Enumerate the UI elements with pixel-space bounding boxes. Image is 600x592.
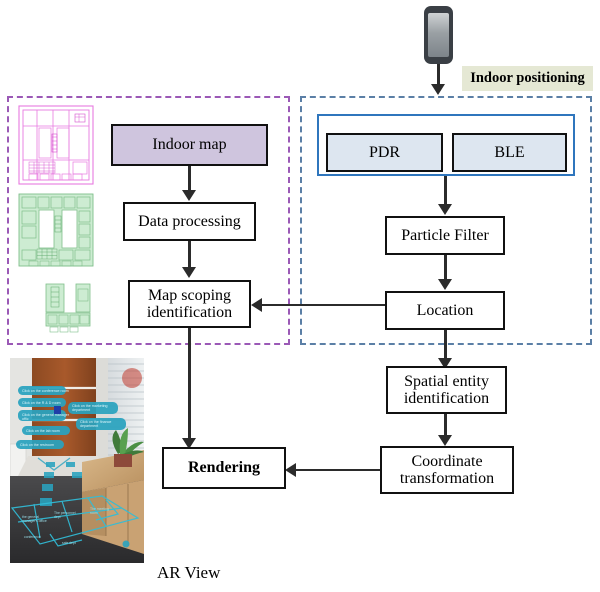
- arrowhead-sensors-to-particlefilter: [438, 204, 452, 215]
- ble-box[interactable]: BLE: [452, 133, 567, 172]
- ble-label: BLE: [494, 143, 525, 161]
- smartphone-icon: [424, 6, 453, 64]
- indoor-positioning-tag: Indoor positioning: [462, 66, 593, 91]
- svg-text:offic: offic: [22, 417, 29, 421]
- spatial-entity-label-line1: Spatial entity: [404, 372, 489, 390]
- data-processing-label: Data processing: [138, 212, 241, 230]
- particle-filter-label: Particle Filter: [401, 226, 489, 244]
- arrowhead-spatialentity-to-coordinate: [438, 435, 452, 446]
- indoor-positioning-tag-label: Indoor positioning: [470, 70, 585, 86]
- svg-text:Click on the R & D room: Click on the R & D room: [22, 401, 61, 405]
- svg-text:room: room: [90, 511, 98, 515]
- svg-text:department: department: [72, 408, 90, 412]
- location-box[interactable]: Location: [385, 291, 505, 330]
- svg-text:sale dept: sale dept: [62, 541, 76, 545]
- connector-coordinate-to-rendering: [296, 468, 380, 471]
- floor-plan-rooms-icon: [17, 192, 95, 268]
- indoor-map-label: Indoor map: [152, 136, 227, 154]
- coordinate-label-line2: transformation: [399, 470, 495, 487]
- arrowhead-location-to-mapscoping: [251, 298, 262, 312]
- pdr-label: PDR: [368, 143, 401, 161]
- svg-text:Click on the general manager: Click on the general manager: [22, 413, 70, 417]
- svg-text:dept: dept: [54, 515, 61, 519]
- ar-view-photo: the general manager's office The personn…: [10, 358, 144, 563]
- map-scoping-identification-box[interactable]: Map scoping identification: [128, 280, 251, 328]
- map-scoping-label-line2: identification: [146, 304, 233, 321]
- svg-text:conference: conference: [24, 535, 41, 539]
- data-processing-box[interactable]: Data processing: [123, 202, 256, 241]
- coordinate-label-line1: Coordinate: [411, 452, 483, 470]
- svg-text:Click on the restroom: Click on the restroom: [20, 443, 54, 447]
- indoor-map-box[interactable]: Indoor map: [111, 124, 268, 166]
- ar-view-caption: AR View: [157, 563, 220, 583]
- floor-plan-partial-icon: [40, 282, 95, 334]
- ar-view-caption-label: AR View: [157, 563, 221, 582]
- floor-plan-vector-icon: [17, 104, 95, 186]
- arrowhead-indoormap-to-dataprocessing: [182, 190, 196, 201]
- arrowhead-dataprocessing-to-mapscoping: [182, 267, 196, 278]
- spatial-entity-identification-box[interactable]: Spatial entity identification: [386, 366, 507, 414]
- svg-text:Click on the lab room: Click on the lab room: [26, 429, 60, 433]
- svg-text:department: department: [80, 424, 98, 428]
- location-label: Location: [416, 301, 474, 319]
- rendering-box[interactable]: Rendering: [162, 447, 286, 489]
- diagram-canvas: Indoor positioning Indoor map Data proce…: [0, 0, 600, 592]
- pdr-box[interactable]: PDR: [326, 133, 443, 172]
- connector-mapscoping-to-rendering: [188, 328, 191, 442]
- arrowhead-coordinate-to-rendering: [285, 463, 296, 477]
- svg-text:manager's office: manager's office: [22, 519, 47, 523]
- coordinate-transformation-box[interactable]: Coordinate transformation: [380, 446, 514, 494]
- spatial-entity-label-line2: identification: [403, 390, 490, 407]
- arrowhead-phone-to-positioning: [431, 84, 445, 95]
- rendering-label: Rendering: [188, 459, 260, 477]
- svg-text:Click on the conference room: Click on the conference room: [22, 389, 69, 393]
- phone-screen: [428, 13, 449, 57]
- map-scoping-label-line1: Map scoping: [147, 286, 232, 304]
- particle-filter-box[interactable]: Particle Filter: [385, 216, 505, 255]
- arrowhead-particlefilter-to-location: [438, 279, 452, 290]
- connector-location-to-mapscoping: [262, 303, 385, 306]
